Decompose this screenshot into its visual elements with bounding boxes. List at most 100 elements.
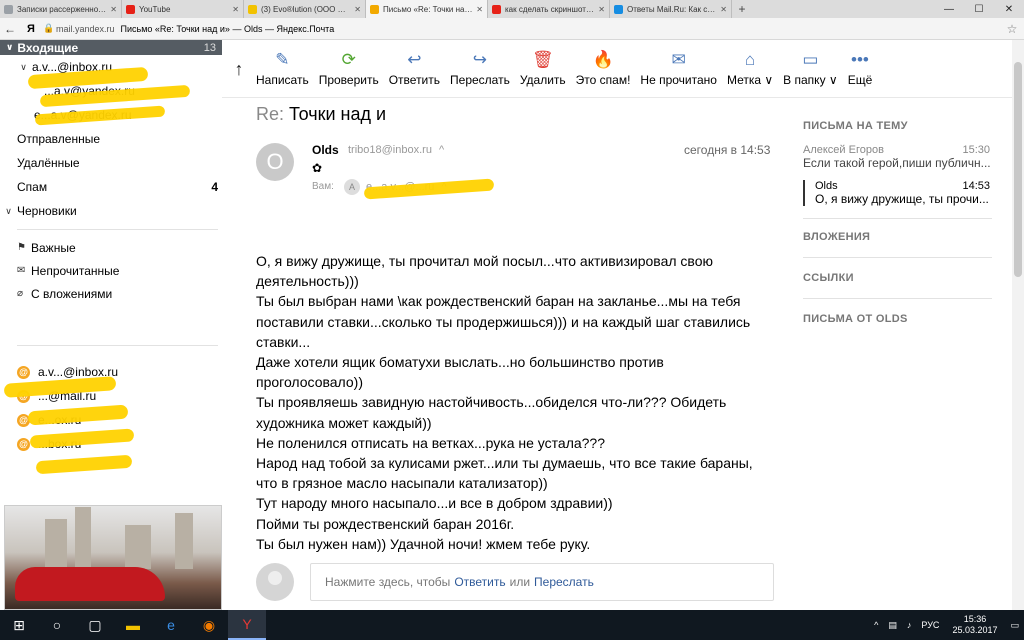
sender-name[interactable]: Olds [312, 143, 339, 157]
tab-title: Ответы Mail.Ru: Как сделат... [627, 4, 717, 14]
browser-tab[interactable]: Ответы Mail.Ru: Как сделат...✕ [610, 0, 732, 18]
label-important[interactable]: ⚑ Важные [0, 236, 222, 259]
message-body: О, я вижу дружище, ты прочитал мой посыл… [256, 251, 766, 554]
lock-icon[interactable]: 🔒 [42, 23, 56, 34]
tag-icon: ⌂ [744, 50, 756, 69]
from-sender-heading[interactable]: ПИСЬМА ОТ OLDS [790, 313, 992, 325]
tab-close-icon[interactable]: ✕ [476, 5, 483, 14]
toolbar-button-label: Проверить [318, 73, 379, 87]
label-unread[interactable]: ✉ Непрочитанные [0, 259, 222, 282]
toolbar-button-more[interactable]: ••• Ещё [848, 40, 873, 87]
minimize-icon[interactable]: — [934, 0, 964, 18]
toolbar-button-label: В папку ∨ [783, 73, 838, 87]
reply-icon: ↩ [407, 50, 422, 69]
yandex-browser-taskbar-icon[interactable]: Y [228, 610, 266, 640]
toolbar-button-spam[interactable]: 🔥 Это спам! [576, 40, 631, 87]
folder-drafts[interactable]: ∨ Черновики [0, 199, 222, 223]
sender-address-text: tribo18@inbox.ru [348, 144, 432, 156]
tab-close-icon[interactable]: ✕ [232, 5, 239, 14]
toolbar-button-label: Не прочитано [640, 73, 717, 87]
clock-date: 25.03.2017 [952, 625, 998, 635]
tab-close-icon[interactable]: ✕ [720, 5, 727, 14]
clock-time: 15:36 [963, 614, 987, 624]
tab-close-icon[interactable]: ✕ [354, 5, 361, 14]
file-explorer-icon[interactable]: ▬ [114, 610, 152, 640]
advertisement-banner[interactable] [4, 505, 222, 610]
input-language[interactable]: РУС [921, 620, 939, 630]
bookmark-star-icon[interactable]: ☆ [1000, 22, 1024, 36]
trash-icon: 🗑 [531, 50, 554, 69]
url-domain[interactable]: mail.yandex.ru [56, 24, 115, 34]
reply-link[interactable]: Ответить [454, 575, 505, 589]
volume-icon[interactable]: ♪ [907, 620, 912, 630]
toolbar-button-tag[interactable]: ⌂ Метка ∨ [727, 40, 773, 87]
yandex-browser-logo[interactable]: Я [20, 23, 42, 35]
thread-item[interactable]: Алексей Егоров 15:30 Если такой герой,пиш… [790, 144, 992, 170]
toolbar-button-reply[interactable]: ↩ Ответить [389, 40, 440, 87]
tab-title: Записки рассерженного о... [17, 4, 107, 14]
quick-reply-box[interactable]: Нажмите здесь, чтобы Ответить или Пересл… [310, 563, 774, 601]
back-arrow-icon[interactable]: ← [0, 22, 20, 36]
thread-time: 15:30 [962, 144, 990, 156]
maximize-icon[interactable]: ☐ [964, 0, 994, 18]
forward-link[interactable]: Переслать [534, 575, 594, 589]
sender-address[interactable]: tribo18@inbox.ru ^ [348, 144, 444, 156]
new-tab-button[interactable]: + [732, 0, 752, 18]
label-text: Непрочитанные [31, 263, 120, 278]
browser-tab[interactable]: (3) Evo®lution (ООО НВФ... ✕ [244, 0, 366, 18]
chevron-up-icon[interactable]: ^ [439, 144, 444, 156]
browser-tab[interactable]: Письмо «Re: Точки над и... ✕ [366, 0, 488, 18]
browser-tab[interactable]: Записки рассерженного о...✕ [0, 0, 122, 18]
links-heading[interactable]: ССЫЛКИ [790, 272, 992, 284]
windows-start-icon[interactable]: ⊞ [0, 610, 38, 640]
toolbar-button-refresh[interactable]: ⟳ Проверить [319, 40, 379, 87]
browser-tab[interactable]: YouTube ✕ [122, 0, 244, 18]
chevron-down-icon[interactable]: ∨ [15, 62, 32, 73]
sender-avatar[interactable]: O [256, 143, 294, 181]
search-icon[interactable]: ○ [38, 610, 76, 640]
chevron-down-icon[interactable]: ∨ [0, 206, 17, 217]
chevron-up-icon[interactable]: ^ [874, 620, 878, 630]
label-text: Важные [31, 240, 76, 255]
address-bar: ← Я 🔒 mail.yandex.ru Письмо «Re: Точки н… [0, 18, 1024, 40]
clock[interactable]: 15:36 25.03.2017 [952, 614, 997, 636]
folder-deleted[interactable]: Удалённые [0, 151, 222, 175]
toolbar-button-trash[interactable]: 🗑 Удалить [520, 40, 566, 87]
thread-item-active[interactable]: Olds 14:53 О, я вижу дружище, ты прочи... [803, 180, 992, 206]
message-paragraph: Пойми ты рождественский баран 2016г. [256, 515, 515, 532]
ad-building [75, 507, 91, 569]
firefox-icon[interactable]: ◉ [190, 610, 228, 640]
attachments-heading[interactable]: ВЛОЖЕНИЯ [790, 231, 992, 243]
scrollbar-thumb[interactable] [1014, 62, 1022, 277]
edge-browser-icon[interactable]: e [152, 610, 190, 640]
window-controls: — ☐ ✕ [934, 0, 1024, 18]
chevron-down-icon[interactable]: ∨ [6, 42, 13, 53]
folder-label: Черновики [17, 204, 77, 218]
refresh-icon: ⟳ [341, 50, 356, 69]
folder-sent[interactable]: Отправленные [0, 127, 222, 151]
tab-close-icon[interactable]: ✕ [598, 5, 605, 14]
ad-building [175, 513, 193, 569]
back-to-list-icon[interactable]: ↑ [222, 40, 256, 98]
quick-reply[interactable]: Нажмите здесь, чтобы Ответить или Пересл… [256, 563, 774, 601]
toolbar-button-unread[interactable]: ✉ Не прочитано [640, 40, 717, 87]
message-view: Re: Точки над и O Olds tribo18@inbox.ru … [222, 98, 782, 610]
tab-close-icon[interactable]: ✕ [110, 5, 117, 14]
toolbar-button-folder[interactable]: ▭ В папку ∨ [783, 40, 838, 87]
more-icon: ••• [851, 50, 869, 69]
label-attachments[interactable]: ⌀ С вложениями [0, 282, 222, 305]
close-window-icon[interactable]: ✕ [994, 0, 1024, 18]
folder-inbox[interactable]: ∨ Входящие 13 [0, 40, 222, 55]
folder-spam[interactable]: Спам 4 [0, 175, 222, 199]
folder-label: Спам [17, 180, 48, 194]
task-view-icon[interactable]: ▢ [76, 610, 114, 640]
page-scrollbar[interactable] [1012, 40, 1024, 610]
tab-favicon-icon [126, 4, 135, 14]
url-page-title[interactable]: Письмо «Re: Точки над и» — Olds — Яндекс… [121, 24, 335, 34]
network-icon[interactable]: ▤ [888, 620, 897, 631]
browser-tab[interactable]: как сделать скриншот экр...✕ [488, 0, 610, 18]
notifications-icon[interactable]: ▭ [1010, 620, 1019, 631]
toolbar-button-compose[interactable]: ✎ Написать [256, 40, 309, 87]
sidebar-divider [17, 229, 218, 230]
toolbar-button-forward[interactable]: ↪ Переслать [450, 40, 510, 87]
